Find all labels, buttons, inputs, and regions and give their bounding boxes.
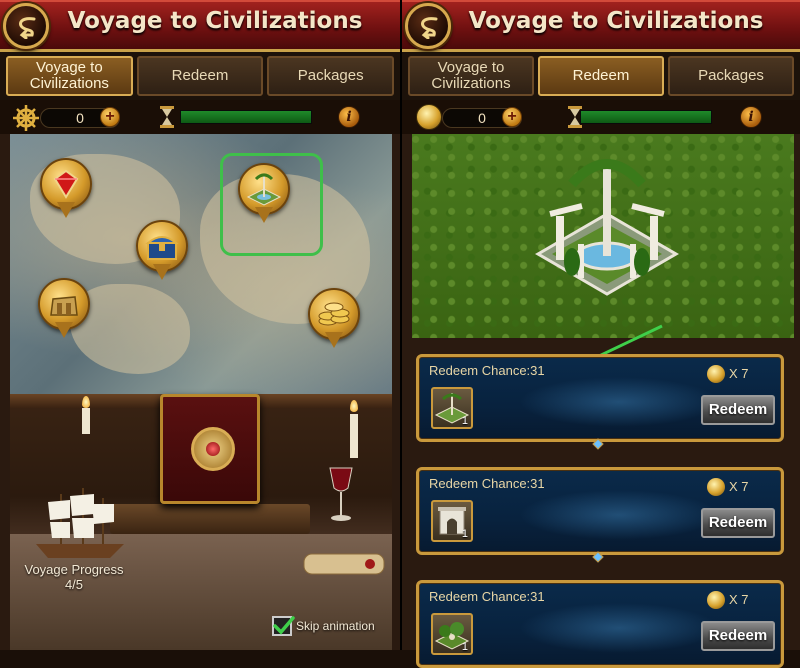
page-title: Voyage to Civilizations	[468, 8, 764, 34]
coin-icon	[707, 478, 725, 496]
redeem-chance-label: Redeem Chance:31	[429, 589, 545, 604]
tab-voyage[interactable]: Voyage to Civilizations	[408, 56, 534, 96]
tab-packages[interactable]: Packages	[267, 56, 395, 96]
tab-packages[interactable]: Packages	[668, 56, 794, 96]
currency-bar: 0 + i	[0, 100, 400, 134]
scroll-icon	[303, 553, 385, 575]
map-pin-gem[interactable]	[40, 158, 92, 220]
currency-bar: 0 + i	[402, 100, 800, 134]
tab-voyage[interactable]: Voyage to Civilizations	[6, 56, 133, 96]
event-progress-bar	[580, 110, 712, 124]
coin-icon	[707, 365, 725, 383]
coin-stack-icon	[318, 302, 350, 326]
event-progress-fill	[581, 111, 711, 123]
redeem-button[interactable]: Redeem	[701, 508, 775, 538]
redeem-card: Redeem Chance:31 1 X 7 Redeem	[416, 354, 784, 442]
voyage-panel: Voyage to Civilizations Voyage to Civili…	[0, 0, 400, 650]
page-title: Voyage to Civilizations	[67, 8, 363, 34]
fountain-garden-icon	[535, 159, 679, 296]
reward-item[interactable]: 1	[431, 613, 473, 655]
hourglass-icon	[160, 106, 174, 128]
redeem-button[interactable]: Redeem	[701, 395, 775, 425]
map-pin-ruins[interactable]	[38, 278, 90, 340]
skip-animation-checkbox[interactable]	[272, 616, 295, 636]
item-quantity: 1	[461, 528, 468, 540]
ruby-icon	[53, 169, 79, 199]
reward-item[interactable]: 1	[431, 387, 473, 429]
sailing-ship-icon	[36, 488, 124, 558]
redeem-card: Redeem Chance:31 1 X 7 Redeem	[416, 580, 784, 668]
redeem-cost: X 7	[729, 592, 749, 607]
skip-animation-label: Skip animation	[296, 619, 375, 633]
redeem-chance-label: Redeem Chance:31	[429, 476, 545, 491]
tab-bar: Voyage to Civilizations Redeem Packages	[0, 52, 400, 100]
item-quantity: 1	[461, 641, 468, 653]
add-currency-button[interactable]: +	[502, 107, 522, 127]
wine-glass-icon	[329, 467, 353, 521]
tab-redeem[interactable]: Redeem	[136, 56, 264, 96]
candle-icon	[350, 414, 358, 458]
redeem-chance-label: Redeem Chance:31	[429, 363, 545, 378]
treasure-chest-icon	[145, 236, 179, 260]
reward-item[interactable]: 1	[431, 500, 473, 542]
redeem-card: Redeem Chance:31 1 X 7 Redeem	[416, 467, 784, 555]
redeem-cost: X 7	[729, 366, 749, 381]
voyage-progress-label: Voyage Progress	[24, 562, 124, 577]
desk-scene: Voyage Progress 4/5	[10, 394, 392, 650]
redeem-button[interactable]: Redeem	[701, 621, 775, 651]
candle-icon	[82, 408, 90, 434]
redeem-cost: X 7	[729, 479, 749, 494]
map-pin-chest[interactable]	[136, 220, 188, 282]
event-progress-bar	[180, 110, 312, 124]
ledger-book-icon	[160, 394, 260, 504]
header: Voyage to Civilizations	[0, 0, 400, 52]
checkmark-icon	[273, 616, 295, 635]
event-progress-fill	[181, 111, 311, 123]
info-button[interactable]: i	[338, 106, 360, 128]
tab-redeem[interactable]: Redeem	[538, 56, 664, 96]
info-button[interactable]: i	[740, 106, 762, 128]
item-preview	[412, 134, 794, 338]
header: Voyage to Civilizations	[402, 0, 800, 52]
ship-wheel-icon	[13, 105, 39, 131]
ruins-icon	[50, 296, 78, 316]
item-quantity: 1	[461, 415, 468, 427]
tab-bar: Voyage to Civilizations Redeem Packages	[402, 52, 800, 100]
skip-animation-toggle[interactable]: Skip animation	[272, 616, 375, 636]
coin-icon	[416, 104, 442, 130]
voyage-progress-value: 4/5	[64, 577, 84, 592]
map-pin-coins[interactable]	[308, 288, 360, 350]
coin-icon	[707, 591, 725, 609]
selected-highlight-frame	[220, 153, 323, 256]
add-currency-button[interactable]: +	[100, 107, 120, 127]
